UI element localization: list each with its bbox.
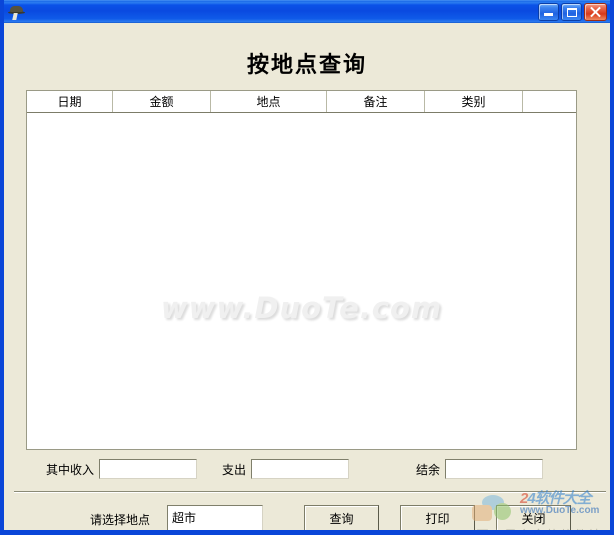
title-bar[interactable] (4, 0, 610, 23)
minimize-button[interactable] (538, 3, 559, 21)
print-button[interactable]: 打印 (400, 505, 475, 530)
grid-header-row: 日期 金额 地点 备注 类别 (27, 91, 576, 113)
maximize-button[interactable] (561, 3, 582, 21)
column-header-date[interactable]: 日期 (27, 91, 113, 112)
window-controls (538, 3, 607, 21)
minimize-icon (544, 13, 553, 16)
records-grid[interactable]: 日期 金额 地点 备注 类别 www.DuoTe.com (26, 90, 577, 450)
column-header-amount[interactable]: 金额 (113, 91, 211, 112)
income-group: 其中收入 (46, 458, 198, 480)
close-window-button[interactable] (584, 3, 607, 21)
expense-group: 支出 (222, 458, 350, 480)
mushroom-icon (7, 2, 27, 22)
expense-field[interactable] (251, 459, 350, 479)
maximize-icon (567, 8, 577, 17)
expense-label: 支出 (222, 462, 247, 477)
income-field[interactable] (99, 459, 198, 479)
application-window: 按地点查询 日期 金额 地点 备注 类别 www.DuoTe.com 其中收入 … (0, 0, 614, 535)
page-title: 按地点查询 (246, 52, 367, 78)
balance-field[interactable] (445, 459, 544, 479)
income-label: 其中收入 (46, 462, 95, 477)
query-button[interactable]: 查询 (304, 505, 379, 530)
column-header-location[interactable]: 地点 (211, 91, 327, 112)
location-combobox[interactable]: 超市 (167, 505, 263, 530)
section-divider (14, 491, 606, 493)
center-watermark: www.DuoTe.com (160, 291, 443, 325)
grid-body[interactable]: www.DuoTe.com (27, 113, 576, 449)
window-frame: 按地点查询 日期 金额 地点 备注 类别 www.DuoTe.com 其中收入 … (0, 0, 614, 535)
balance-group: 结余 (416, 458, 544, 480)
column-header-category[interactable]: 类别 (425, 91, 523, 112)
summary-bar: 其中收入 支出 结余 (26, 458, 577, 482)
location-select-label: 请选择地点 (90, 513, 151, 527)
column-header-remark[interactable]: 备注 (327, 91, 425, 112)
close-button[interactable]: 关闭 (496, 505, 571, 530)
client-area: 按地点查询 日期 金额 地点 备注 类别 www.DuoTe.com 其中收入 … (4, 23, 610, 530)
bottom-toolbar: 请选择地点 超市 查询 打印 关闭 (4, 501, 610, 530)
column-header-filler (523, 91, 576, 112)
balance-label: 结余 (416, 462, 441, 477)
